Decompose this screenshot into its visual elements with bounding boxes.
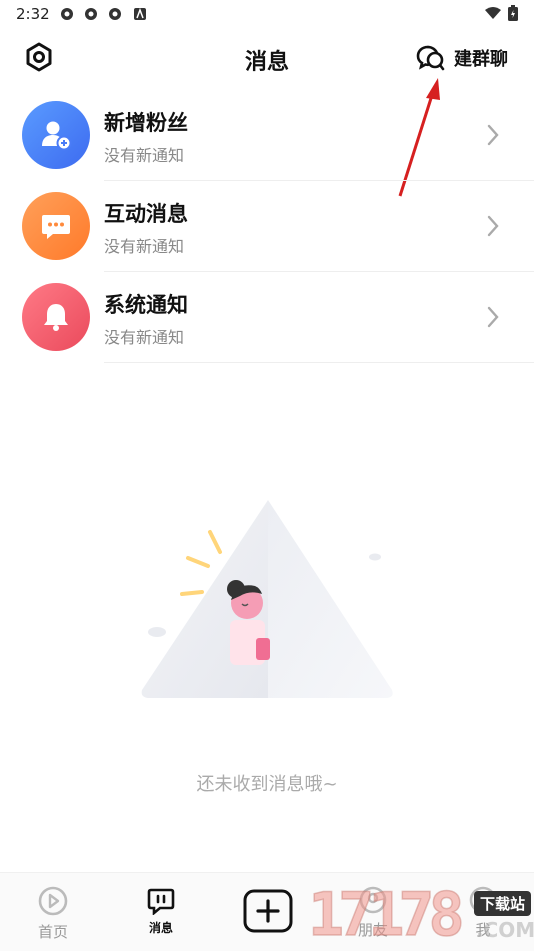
- chat-bubble-icon: [42, 215, 70, 239]
- list-item-title: 互动消息: [104, 202, 188, 226]
- app-notification-icon: [109, 8, 121, 20]
- bell-icon: [44, 304, 68, 331]
- chevron-right-icon: [487, 306, 499, 328]
- nav-home[interactable]: 首页: [30, 873, 76, 951]
- list-item-title: 新增粉丝: [104, 111, 188, 135]
- nav-home-label: 首页: [37, 923, 68, 941]
- status-time: 2:32: [16, 5, 50, 23]
- chevron-right-icon: [487, 124, 499, 146]
- create-post-plus-icon: [243, 889, 293, 933]
- chevron-right-icon: [487, 215, 499, 237]
- list-item-interactions[interactable]: 互动消息 没有新通知: [0, 181, 534, 272]
- watermark-number: 17178: [307, 879, 465, 951]
- status-bar: 2:32: [0, 0, 534, 28]
- list-item-system-notifications[interactable]: 系统通知 没有新通知: [0, 272, 534, 363]
- list-item-title: 系统通知: [104, 293, 188, 317]
- list-item-new-fans[interactable]: 新增粉丝 没有新通知: [0, 90, 534, 181]
- wifi-icon: [485, 7, 501, 19]
- app-notification-icon: [85, 8, 97, 20]
- nav-messages-label: 消息: [148, 921, 173, 935]
- new-fans-avatar: [22, 101, 90, 169]
- system-notifications-avatar: [22, 283, 90, 351]
- list-item-subtitle: 没有新通知: [104, 237, 185, 256]
- interactions-avatar: [22, 192, 90, 260]
- watermark-badge: 下载站: [474, 891, 532, 916]
- empty-state-text: 还未收到消息哦~: [196, 774, 338, 795]
- app-notification-icon: [61, 8, 73, 20]
- list-item-subtitle: 没有新通知: [104, 328, 185, 347]
- nav-create-post[interactable]: [242, 873, 294, 951]
- home-play-icon: [38, 886, 68, 916]
- add-user-icon: [42, 121, 72, 151]
- nav-messages[interactable]: 消息: [138, 873, 184, 951]
- group-chat-icon: [416, 45, 445, 71]
- create-group-chat-button[interactable]: 建群聊: [416, 44, 508, 72]
- watermark-domain: .COM: [476, 918, 534, 942]
- create-group-chat-label: 建群聊: [454, 49, 508, 70]
- list-item-subtitle: 没有新通知: [104, 146, 185, 165]
- empty-state-illustration: [141, 500, 393, 698]
- site-watermark: 17178 下载站 .COM: [307, 879, 534, 951]
- divider: [104, 362, 534, 363]
- accessibility-notification-icon: [134, 7, 146, 20]
- messages-icon: [147, 888, 175, 915]
- battery-icon: [508, 5, 518, 21]
